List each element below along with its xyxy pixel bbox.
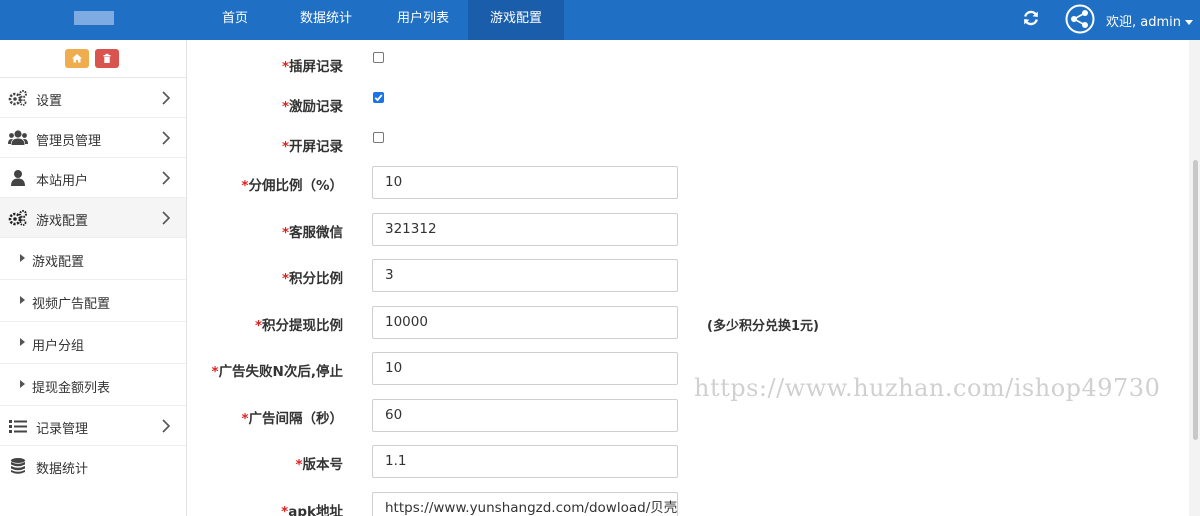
scrollbar-thumb[interactable] bbox=[1193, 160, 1198, 440]
nav-data-stats[interactable]: 数据统计 bbox=[274, 0, 378, 40]
list-icon bbox=[9, 420, 27, 433]
field-label: *插屏记录 bbox=[281, 59, 343, 75]
user-menu[interactable]: 欢迎, admin bbox=[1106, 11, 1193, 30]
logo[interactable] bbox=[74, 11, 114, 25]
watermark: https://www.huzhan.com/ishop49730 bbox=[694, 374, 1161, 402]
field-label: *版本号 bbox=[295, 457, 343, 473]
apk-url-input[interactable]: https://www.yunshangzd.com/dowload/贝壳 bbox=[372, 492, 678, 516]
field-label: *广告间隔（秒） bbox=[241, 411, 343, 427]
top-navbar: 首页 数据统计 用户列表 游戏配置 欢迎, admin bbox=[0, 0, 1200, 40]
field-label: *客服微信 bbox=[281, 225, 343, 241]
sidebar-item-admin-management[interactable]: 管理员管理 bbox=[0, 118, 186, 158]
field-label: *开屏记录 bbox=[281, 139, 343, 155]
service-wechat-input[interactable]: 321312 bbox=[372, 213, 678, 246]
submenu-item-user-groups[interactable]: 用户分组 bbox=[0, 322, 186, 364]
sidebar-item-label: 数据统计 bbox=[36, 462, 89, 477]
users-icon bbox=[8, 130, 28, 145]
sidebar-item-label: 游戏配置 bbox=[36, 214, 89, 229]
welcome-text: 欢迎, admin bbox=[1106, 15, 1181, 30]
sidebar-item-label: 管理员管理 bbox=[36, 134, 102, 149]
submenu-item-game-config[interactable]: 游戏配置 bbox=[0, 238, 186, 280]
sidebar-item-label: 记录管理 bbox=[36, 422, 89, 437]
trash-icon bbox=[103, 53, 111, 63]
commission-ratio-input[interactable]: 10 bbox=[372, 166, 678, 199]
interstitial-record-checkbox[interactable] bbox=[373, 52, 384, 63]
chevron-right-icon bbox=[162, 91, 171, 105]
submenu-item-label: 用户分组 bbox=[32, 339, 85, 354]
chevron-right-icon bbox=[162, 171, 171, 185]
caret-right-icon bbox=[20, 254, 25, 262]
sidebar-tools bbox=[0, 40, 186, 78]
chevron-right-icon bbox=[162, 211, 171, 225]
field-label: *分佣比例（%） bbox=[241, 178, 343, 194]
submenu-item-withdraw-amounts[interactable]: 提现金额列表 bbox=[0, 364, 186, 406]
field-label: *积分提现比例 bbox=[254, 318, 343, 334]
ad-fail-limit-input[interactable]: 10 bbox=[372, 352, 678, 385]
sidebar: 设置 管理员管理 本站用户 游戏配置 游戏配置 视频广告配置 用户分组 提现金额… bbox=[0, 40, 187, 516]
database-icon bbox=[11, 458, 25, 474]
sidebar-item-records[interactable]: 记录管理 bbox=[0, 406, 186, 446]
checkmark-icon bbox=[374, 94, 383, 102]
chevron-right-icon bbox=[162, 131, 171, 145]
refresh-icon[interactable] bbox=[1022, 9, 1040, 27]
field-label: *激励记录 bbox=[281, 99, 343, 115]
caret-down-icon bbox=[1185, 20, 1193, 25]
sidebar-item-data-stats[interactable]: 数据统计 bbox=[0, 446, 186, 486]
user-icon bbox=[11, 170, 25, 186]
nav-home[interactable]: 首页 bbox=[196, 0, 274, 40]
submenu-item-label: 视频广告配置 bbox=[32, 297, 111, 312]
caret-right-icon bbox=[20, 296, 25, 304]
nav-game-config[interactable]: 游戏配置 bbox=[468, 0, 564, 40]
submenu-item-label: 提现金额列表 bbox=[32, 381, 111, 396]
gears-icon bbox=[8, 90, 27, 106]
field-label: *广告失败N次后,停止 bbox=[211, 364, 344, 380]
reward-record-checkbox[interactable] bbox=[373, 92, 384, 103]
field-label: *apk地址 bbox=[281, 504, 343, 516]
nav-user-list[interactable]: 用户列表 bbox=[378, 0, 468, 40]
caret-right-icon bbox=[20, 380, 25, 388]
field-hint: (多少积分兑换1元) bbox=[707, 319, 819, 334]
sidebar-item-label: 设置 bbox=[36, 94, 63, 109]
home-icon bbox=[72, 54, 82, 63]
config-form: *插屏记录 *激励记录 *开屏记录 *分佣比例（%） 10 *客服微信 3213… bbox=[187, 40, 1189, 516]
home-button[interactable] bbox=[65, 49, 89, 68]
ad-interval-input[interactable]: 60 bbox=[372, 399, 678, 432]
share-avatar-icon[interactable] bbox=[1065, 4, 1095, 34]
sidebar-item-game-config[interactable]: 游戏配置 bbox=[0, 198, 186, 238]
gears-icon bbox=[8, 210, 27, 226]
main-nav: 首页 数据统计 用户列表 游戏配置 bbox=[196, 0, 564, 40]
version-input[interactable]: 1.1 bbox=[372, 445, 678, 478]
splash-record-checkbox[interactable] bbox=[373, 132, 384, 143]
points-ratio-input[interactable]: 3 bbox=[372, 259, 678, 292]
sidebar-item-label: 本站用户 bbox=[36, 174, 89, 189]
field-label: *积分比例 bbox=[281, 271, 343, 287]
delete-button[interactable] bbox=[95, 49, 119, 68]
chevron-right-icon bbox=[162, 419, 171, 433]
sidebar-item-settings[interactable]: 设置 bbox=[0, 78, 186, 118]
sidebar-item-site-users[interactable]: 本站用户 bbox=[0, 158, 186, 198]
caret-right-icon bbox=[20, 338, 25, 346]
points-withdraw-ratio-input[interactable]: 10000 bbox=[372, 306, 678, 339]
submenu-item-label: 游戏配置 bbox=[32, 255, 85, 270]
submenu-item-video-ad-config[interactable]: 视频广告配置 bbox=[0, 280, 186, 322]
